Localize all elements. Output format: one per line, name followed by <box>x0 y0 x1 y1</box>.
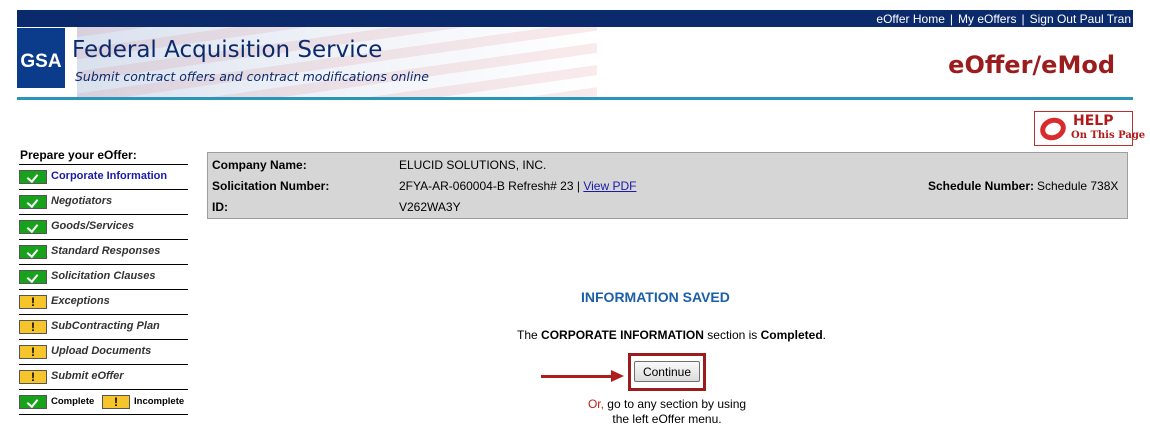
saved-message: The CORPORATE INFORMATION section is Com… <box>517 328 826 342</box>
saved-heading: INFORMATION SAVED <box>581 289 730 305</box>
menu-item-exceptions[interactable]: Exceptions <box>19 290 188 315</box>
id-label: ID: <box>212 200 228 214</box>
app-title: eOffer/eMod <box>948 51 1115 79</box>
incomplete-warning-icon <box>19 345 47 359</box>
top-nav-bar: eOffer Home | My eOffers | Sign Out Paul Tra… <box>17 10 1133 27</box>
my-eoffers-link[interactable]: My eOffers <box>958 12 1016 26</box>
pointer-arrow-head-icon <box>611 370 624 382</box>
site-subtitle: Submit contract offers and contract modi… <box>75 69 429 84</box>
incomplete-warning-icon <box>102 395 130 409</box>
eoffer-home-link[interactable]: eOffer Home <box>876 12 944 26</box>
menu-item-label: Corporate Information <box>51 170 168 182</box>
menu-item-label: Submit eOffer <box>51 370 124 382</box>
complete-check-icon <box>19 195 47 209</box>
alternate-navigation-note: Or, go to any section by using the left … <box>587 397 747 426</box>
sign-out-link[interactable]: Sign Out Paul Tran <box>1030 12 1131 26</box>
eoffer-menu: Prepare your eOffer: Corporate Informati… <box>19 148 188 415</box>
menu-item-label: Upload Documents <box>51 345 152 357</box>
gsa-logo: GSA <box>17 28 65 88</box>
id-value: V262WA3Y <box>399 200 461 214</box>
complete-check-icon <box>19 220 47 234</box>
menu-item-negotiators[interactable]: Negotiators <box>19 190 188 215</box>
menu-item-upload-documents[interactable]: Upload Documents <box>19 340 188 365</box>
menu-item-label: Exceptions <box>51 295 110 307</box>
menu-item-solicitation-clauses[interactable]: Solicitation Clauses <box>19 265 188 290</box>
complete-check-icon <box>19 170 47 184</box>
menu-item-label: SubContracting Plan <box>51 320 160 332</box>
offer-info-panel: Company Name: ELUCID SOLUTIONS, INC. Sol… <box>207 152 1128 219</box>
pointer-arrow-icon <box>541 375 613 378</box>
complete-check-icon <box>19 245 47 259</box>
help-label: HELP <box>1073 113 1114 129</box>
solicitation-number-value: 2FYA-AR-060004-B Refresh# 23 | View PDF <box>399 179 637 193</box>
company-name-label: Company Name: <box>212 158 307 172</box>
header-divider <box>17 97 1133 100</box>
header-banner: GSA Federal Acquisition Service Submit c… <box>17 27 1133 97</box>
incomplete-warning-icon <box>19 370 47 384</box>
incomplete-warning-icon <box>19 320 47 334</box>
menu-item-label: Negotiators <box>51 195 113 207</box>
help-sublabel: On This Page <box>1071 130 1146 141</box>
menu-item-submit-eoffer[interactable]: Submit eOffer <box>19 365 188 390</box>
schedule-number-value: Schedule 738X <box>1037 179 1119 193</box>
solicitation-number-label: Solicitation Number: <box>212 179 330 193</box>
menu-item-subcontracting-plan[interactable]: SubContracting Plan <box>19 315 188 340</box>
complete-check-icon <box>19 270 47 284</box>
view-pdf-link[interactable]: View PDF <box>583 179 636 193</box>
site-title: Federal Acquisition Service <box>72 37 383 63</box>
menu-item-goods-services[interactable]: Goods/Services <box>19 215 188 240</box>
legend-complete-label: Complete <box>51 396 95 407</box>
menu-title: Prepare your eOffer: <box>19 148 188 165</box>
menu-item-standard-responses[interactable]: Standard Responses <box>19 240 188 265</box>
complete-check-icon <box>19 395 47 409</box>
continue-button[interactable]: Continue <box>634 361 700 382</box>
status-legend: Complete Incomplete <box>19 390 188 415</box>
incomplete-warning-icon <box>19 295 47 309</box>
menu-item-label: Solicitation Clauses <box>51 270 156 282</box>
menu-item-label: Goods/Services <box>51 220 135 232</box>
menu-item-corporate-information[interactable]: Corporate Information <box>19 165 188 190</box>
menu-item-label: Standard Responses <box>51 245 161 257</box>
legend-incomplete-label: Incomplete <box>134 396 185 407</box>
lifebuoy-icon <box>1037 114 1069 144</box>
schedule-number-label: Schedule Number: <box>928 179 1035 193</box>
company-name-value: ELUCID SOLUTIONS, INC. <box>399 158 547 172</box>
top-nav-links: eOffer Home | My eOffers | Sign Out Paul Tra… <box>876 12 1131 26</box>
help-button[interactable]: HELP On This Page <box>1034 111 1145 146</box>
